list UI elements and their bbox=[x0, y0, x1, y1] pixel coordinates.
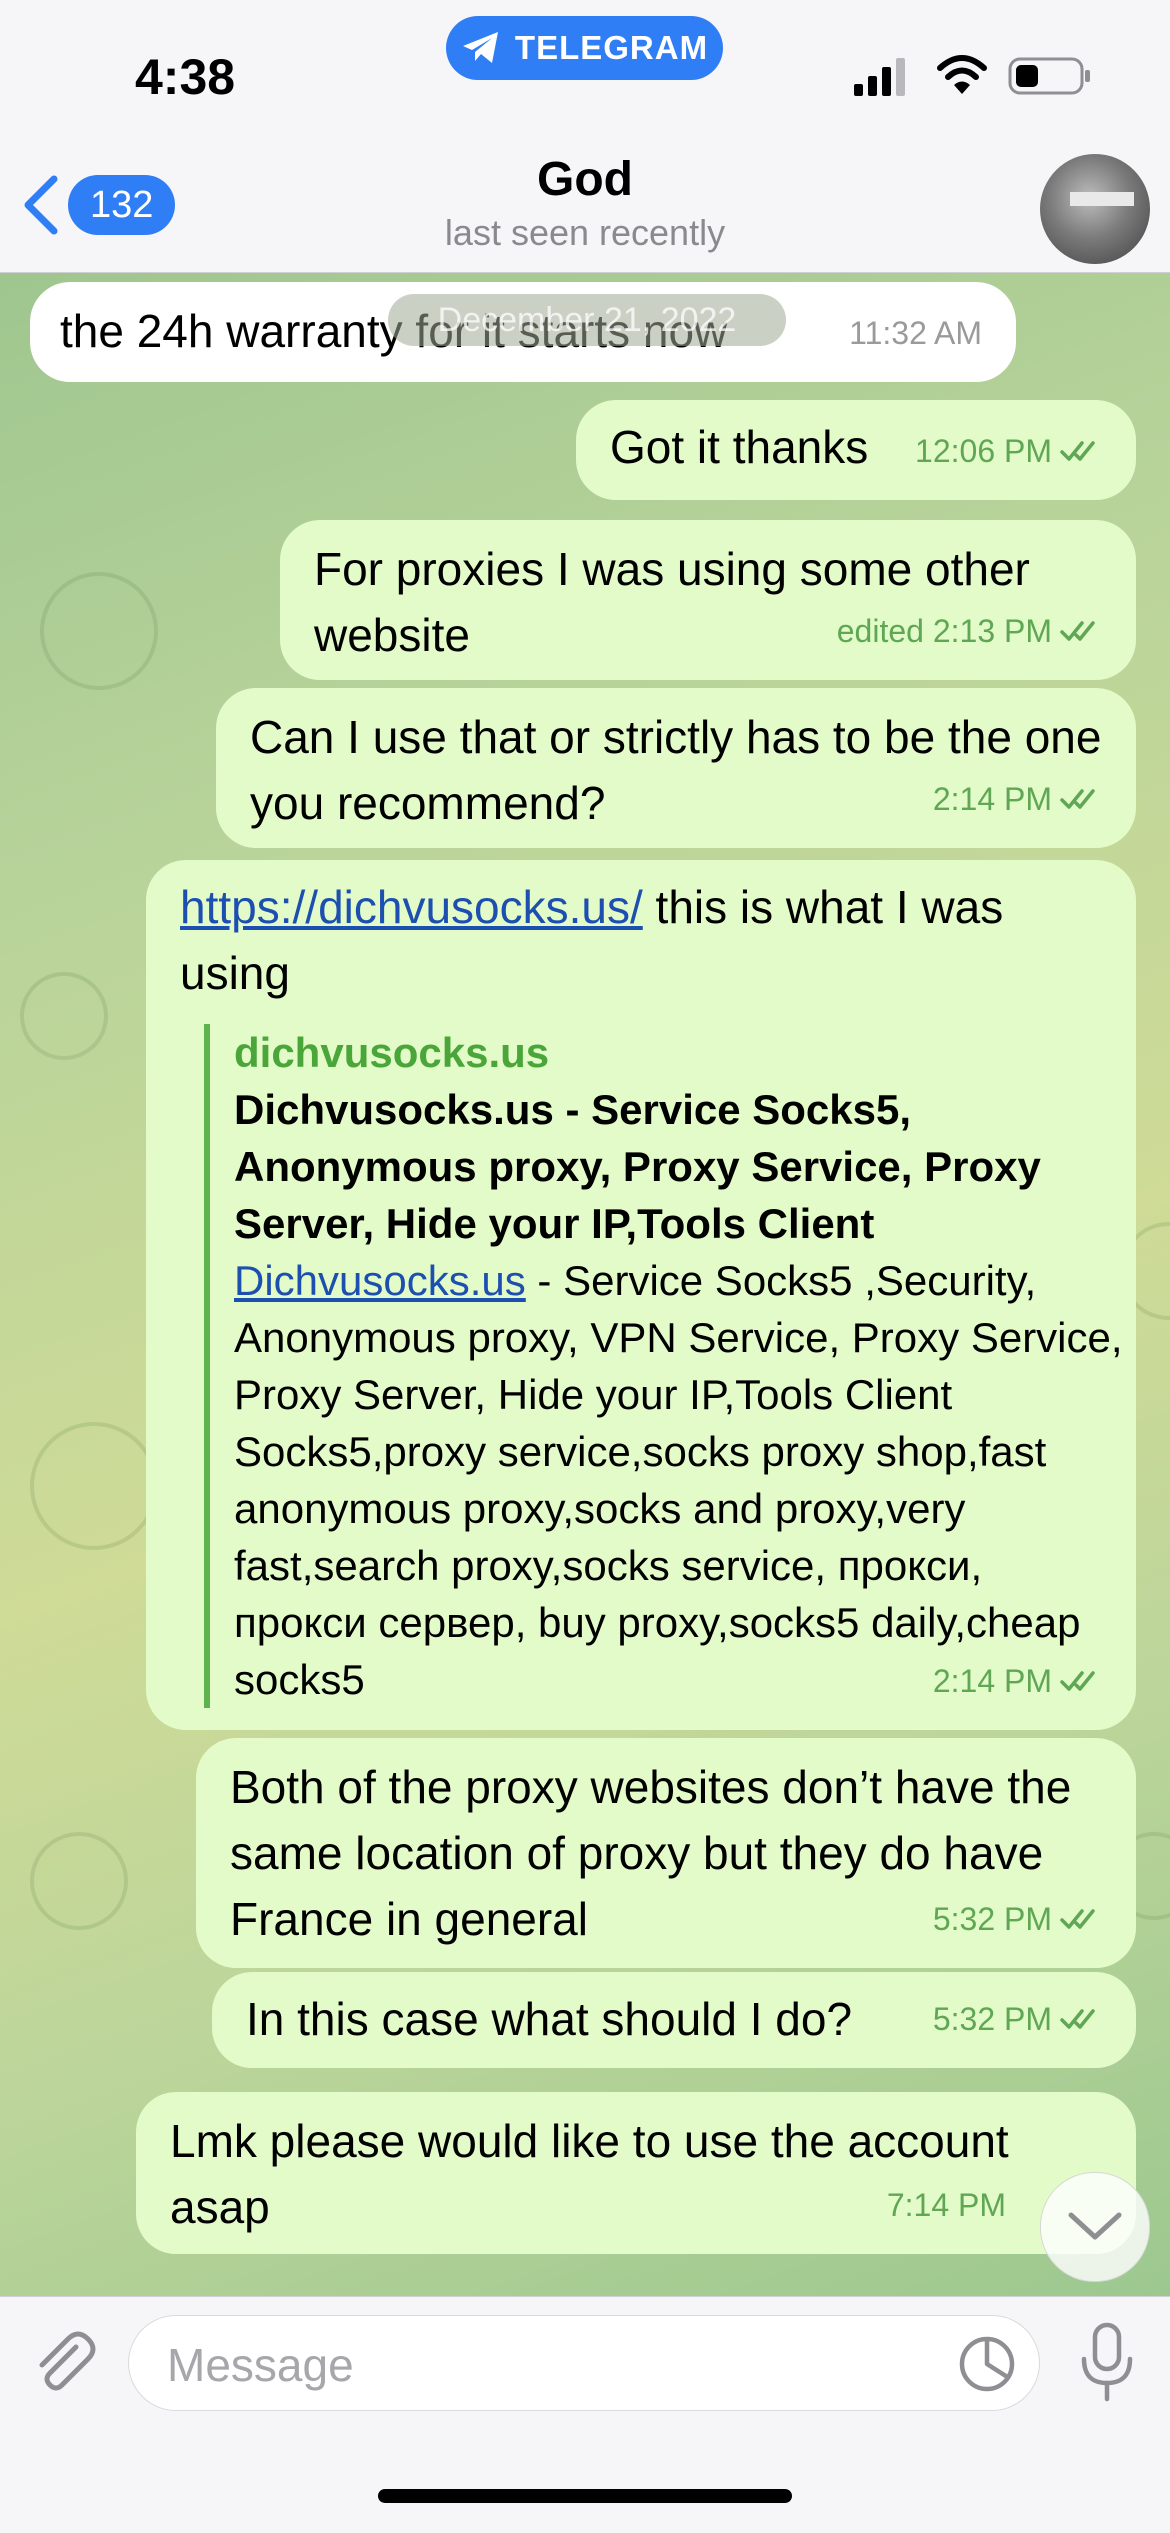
return-to-telegram-pill[interactable]: TELEGRAM bbox=[446, 16, 723, 80]
preview-description-link[interactable]: Dichvusocks.us bbox=[234, 1257, 526, 1304]
message-bubble-outgoing[interactable]: In this case what should I do? 5:32 PM bbox=[212, 1972, 1136, 2068]
app-pill-label: TELEGRAM bbox=[514, 29, 709, 66]
message-time-label: 11:32 AM bbox=[849, 315, 982, 351]
message-time: 7:14 PM bbox=[887, 2172, 1006, 2238]
top-bar: 4:38 TELEGRAM 132 God last seen recently bbox=[0, 0, 1170, 273]
chat-area[interactable]: the 24h warranty for it starts now 11:32… bbox=[0, 272, 1170, 2296]
message-input[interactable]: Message bbox=[128, 2315, 1040, 2411]
message-time-label: 12:06 PM bbox=[915, 433, 1052, 469]
preview-title: Dichvusocks.us - Service Socks5, Anonymo… bbox=[234, 1086, 1041, 1247]
message-time-label: 7:14 PM bbox=[886, 2187, 1006, 2223]
message-bubble-outgoing[interactable]: Can I use that or strictly has to be the… bbox=[216, 688, 1136, 848]
message-time: 5:32 PM bbox=[933, 1986, 1102, 2052]
contact-status: last seen recently bbox=[444, 212, 726, 253]
scroll-to-bottom-button[interactable] bbox=[1040, 2172, 1150, 2282]
message-time-label: 5:32 PM bbox=[932, 1901, 1052, 1937]
preview-description: Dichvusocks.us - Service Socks5 ,Securit… bbox=[234, 1252, 1124, 1708]
message-text: Lmk please would like to use the account… bbox=[170, 2115, 1009, 2233]
background-doodle bbox=[30, 1422, 158, 1550]
link-preview[interactable]: dichvusocks.us Dichvusocks.us - Service … bbox=[204, 1024, 1124, 1708]
message-time-label: 2:14 PM bbox=[932, 781, 1052, 817]
preview-site-name: dichvusocks.us bbox=[234, 1029, 550, 1076]
telegram-plane-icon bbox=[462, 32, 498, 63]
contact-avatar[interactable] bbox=[1040, 154, 1150, 264]
preview-description-text: - Service Socks5 ,Security, Anonymous pr… bbox=[234, 1257, 1123, 1703]
message-text: Got it thanks bbox=[610, 421, 869, 473]
sticker-icon[interactable] bbox=[957, 2334, 1017, 2394]
message-time: 5:32 PM bbox=[933, 1886, 1102, 1952]
message-bubble-outgoing[interactable]: For proxies I was using some other websi… bbox=[280, 520, 1136, 680]
message-time: 12:06 PM bbox=[915, 418, 1102, 484]
double-check-icon bbox=[1060, 789, 1095, 809]
battery-icon bbox=[1008, 57, 1090, 95]
message-time-label: 2:14 PM bbox=[932, 1663, 1052, 1699]
background-doodle bbox=[20, 972, 108, 1060]
message-link[interactable]: https://dichvusocks.us/ bbox=[180, 881, 643, 933]
double-check-icon bbox=[1060, 1909, 1095, 1929]
microphone-icon[interactable] bbox=[1076, 2321, 1138, 2403]
double-check-icon bbox=[1060, 2009, 1095, 2029]
background-doodle bbox=[40, 572, 158, 690]
message-bubble-outgoing-link[interactable]: https://dichvusocks.us/ this is what I w… bbox=[146, 860, 1136, 1730]
message-bubble-outgoing[interactable]: Both of the proxy websites don’t have th… bbox=[196, 1738, 1136, 1968]
message-time: 11:32 AM bbox=[849, 300, 982, 366]
avatar-band bbox=[1070, 192, 1134, 206]
chevron-down-icon bbox=[1068, 2212, 1122, 2240]
date-divider: December 21, 2022 bbox=[388, 294, 786, 346]
message-text: In this case what should I do? bbox=[246, 1993, 853, 2045]
background-doodle bbox=[30, 1832, 128, 1930]
home-indicator[interactable] bbox=[378, 2489, 792, 2503]
double-check-icon bbox=[1060, 441, 1095, 461]
status-time: 4:38 bbox=[135, 49, 236, 105]
double-check-icon bbox=[1060, 1671, 1095, 1691]
message-time-label: edited 2:13 PM bbox=[836, 613, 1052, 649]
double-check-icon bbox=[1060, 621, 1095, 641]
message-time-label: 5:32 PM bbox=[932, 2001, 1052, 2037]
wifi-icon bbox=[937, 55, 987, 94]
message-time: 2:14 PM bbox=[933, 1648, 1102, 1714]
message-bubble-outgoing[interactable]: Lmk please would like to use the account… bbox=[136, 2092, 1136, 2254]
cellular-signal-icon bbox=[854, 58, 905, 96]
contact-name[interactable]: God bbox=[0, 152, 1170, 207]
message-time: edited 2:13 PM bbox=[837, 598, 1102, 664]
message-input-placeholder: Message bbox=[167, 2339, 354, 2391]
attach-paperclip-icon[interactable] bbox=[28, 2327, 100, 2399]
message-time: 2:14 PM bbox=[933, 766, 1102, 832]
message-bubble-outgoing[interactable]: Got it thanks 12:06 PM bbox=[576, 400, 1136, 500]
message-input-bar: Message bbox=[0, 2296, 1170, 2533]
message-text: https://dichvusocks.us/ this is what I w… bbox=[180, 881, 1003, 999]
